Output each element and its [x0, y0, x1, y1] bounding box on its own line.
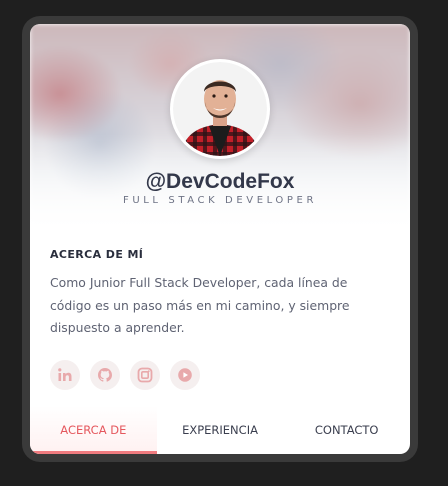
linkedin-icon [58, 368, 72, 381]
profile-tabs: ACERCA DE EXPERIENCIA CONTACTO [30, 406, 410, 454]
github-icon [98, 368, 112, 382]
tab-contacto[interactable]: CONTACTO [283, 406, 410, 454]
social-links [50, 360, 200, 390]
about-title: ACERCA DE MÍ [50, 248, 144, 261]
tab-experiencia[interactable]: EXPERIENCIA [157, 406, 284, 454]
instagram-link[interactable] [130, 360, 160, 390]
linkedin-link[interactable] [50, 360, 80, 390]
tab-acerca-de[interactable]: ACERCA DE [30, 406, 157, 454]
profile-card: @DevCodeFox FULL STACK DEVELOPER ACERCA … [30, 24, 410, 454]
github-link[interactable] [90, 360, 120, 390]
profile-handle: @DevCodeFox [145, 170, 295, 193]
avatar [170, 59, 270, 159]
avatar-photo [173, 62, 267, 156]
about-text: Como Junior Full Stack Developer, cada l… [50, 275, 350, 335]
youtube-link[interactable] [170, 360, 200, 390]
youtube-icon [178, 368, 192, 382]
instagram-icon [137, 367, 153, 383]
profile-role: FULL STACK DEVELOPER [122, 195, 318, 206]
